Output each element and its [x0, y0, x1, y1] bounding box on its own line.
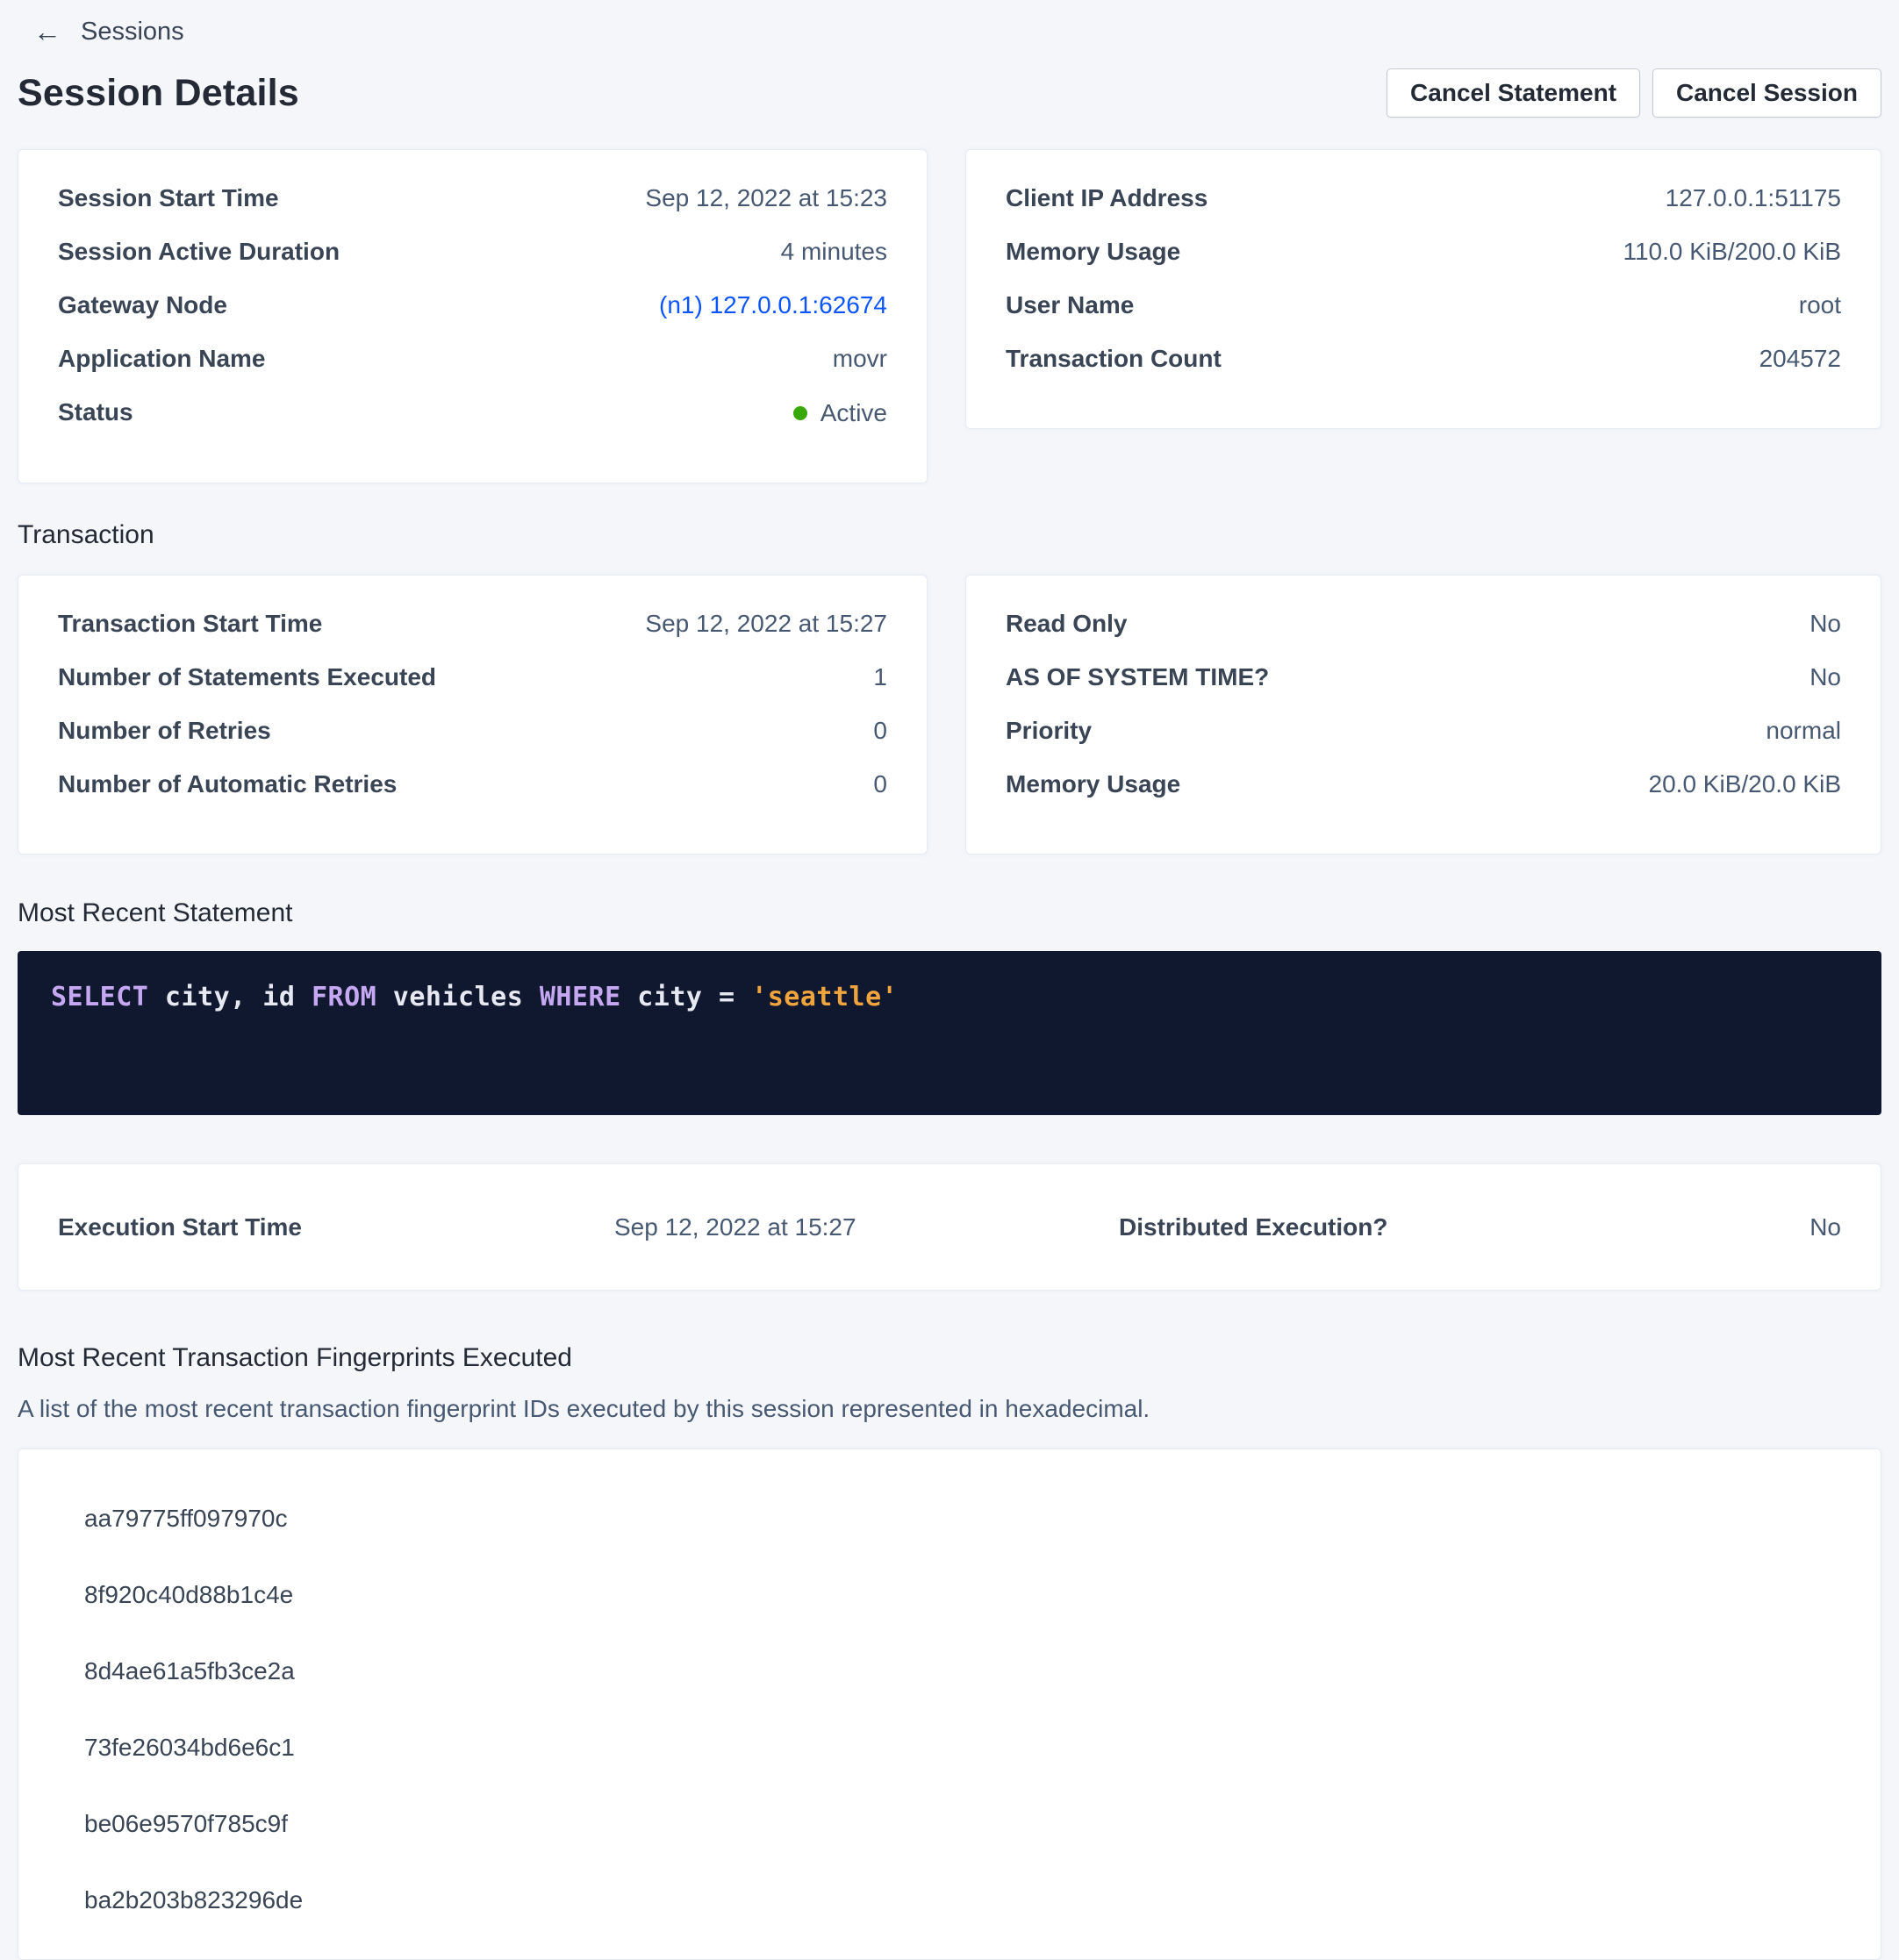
execution-start-time-value: Sep 12, 2022 at 15:27: [614, 1213, 1119, 1241]
txn-statements-value: 1: [873, 662, 887, 692]
transaction-summary-row: Transaction Start Time Sep 12, 2022 at 1…: [18, 575, 1881, 855]
fingerprint-item: aa79775ff097970c: [84, 1504, 1841, 1534]
execution-summary-card: Execution Start Time Sep 12, 2022 at 15:…: [18, 1163, 1881, 1291]
transaction-count-value: 204572: [1759, 344, 1841, 374]
gateway-node-label: Gateway Node: [58, 290, 227, 320]
distributed-execution-label: Distributed Execution?: [1119, 1213, 1387, 1241]
fingerprint-item: 73fe26034bd6e6c1: [84, 1733, 1841, 1763]
txn-start-time-row: Transaction Start Time Sep 12, 2022 at 1…: [58, 609, 887, 639]
txn-priority-label: Priority: [1006, 716, 1092, 746]
txn-memory-usage-value: 20.0 KiB/20.0 KiB: [1649, 769, 1841, 799]
txn-priority-value: normal: [1766, 716, 1841, 746]
txn-retries-label: Number of Retries: [58, 716, 271, 746]
transaction-section-title: Transaction: [18, 520, 1881, 550]
back-arrow-icon: ←: [33, 18, 61, 46]
session-summary-row: Session Start Time Sep 12, 2022 at 15:23…: [18, 149, 1881, 483]
client-ip-label: Client IP Address: [1006, 183, 1207, 213]
sql-keyword: SELECT: [51, 982, 148, 1012]
txn-statements-label: Number of Statements Executed: [58, 662, 436, 692]
session-start-time-value: Sep 12, 2022 at 15:23: [645, 183, 887, 213]
txn-start-time-value: Sep 12, 2022 at 15:27: [645, 609, 887, 639]
fingerprints-card: aa79775ff097970c 8f920c40d88b1c4e 8d4ae6…: [18, 1449, 1881, 1960]
status-value: Active: [793, 398, 887, 428]
sql-keyword: WHERE: [540, 982, 621, 1012]
application-name-row: Application Name movr: [58, 344, 887, 374]
transaction-count-row: Transaction Count 204572: [1006, 344, 1841, 374]
txn-read-only-label: Read Only: [1006, 609, 1127, 639]
sql-statement-box: SELECT city, id FROM vehicles WHERE city…: [18, 951, 1881, 1115]
gateway-node-row: Gateway Node (n1) 127.0.0.1:62674: [58, 290, 887, 320]
session-active-duration-value: 4 minutes: [781, 237, 887, 267]
cancel-statement-button[interactable]: Cancel Statement: [1387, 68, 1640, 118]
memory-usage-value: 110.0 KiB/200.0 KiB: [1623, 237, 1841, 267]
status-label: Status: [58, 397, 133, 427]
sql-keyword: FROM: [312, 982, 376, 1012]
txn-retries-row: Number of Retries 0: [58, 716, 887, 746]
session-active-duration-label: Session Active Duration: [58, 237, 340, 267]
status-row: Status Active: [58, 397, 887, 428]
status-active-text: Active: [821, 398, 887, 428]
fingerprints-section-title: Most Recent Transaction Fingerprints Exe…: [18, 1343, 1881, 1373]
client-ip-row: Client IP Address 127.0.0.1:51175: [1006, 183, 1841, 213]
sql-string-literal: 'seattle': [751, 982, 898, 1012]
client-ip-value: 127.0.0.1:51175: [1666, 183, 1841, 213]
header-actions: Cancel Statement Cancel Session: [1387, 68, 1881, 118]
breadcrumb-label: Sessions: [81, 18, 184, 46]
txn-auto-retries-value: 0: [873, 769, 887, 799]
sql-text: city, id: [148, 982, 312, 1012]
fingerprint-item: ba2b203b823296de: [84, 1885, 1841, 1915]
txn-retries-value: 0: [873, 716, 887, 746]
session-start-time-label: Session Start Time: [58, 183, 279, 213]
sql-text: vehicles: [376, 982, 540, 1012]
session-details-page: ← Sessions Session Details Cancel Statem…: [0, 0, 1899, 1960]
session-summary-card-right: Client IP Address 127.0.0.1:51175 Memory…: [965, 149, 1881, 429]
fingerprints-description: A list of the most recent transaction fi…: [18, 1394, 1881, 1424]
sql-text: city =: [621, 982, 752, 1012]
gateway-node-link[interactable]: (n1) 127.0.0.1:62674: [659, 290, 887, 320]
application-name-value: movr: [833, 344, 887, 374]
session-summary-card-left: Session Start Time Sep 12, 2022 at 15:23…: [18, 149, 928, 483]
txn-read-only-row: Read Only No: [1006, 609, 1841, 639]
transaction-card-left: Transaction Start Time Sep 12, 2022 at 1…: [18, 575, 928, 855]
breadcrumb-back-sessions[interactable]: ← Sessions: [33, 16, 184, 47]
txn-memory-usage-label: Memory Usage: [1006, 769, 1180, 799]
page-header: Session Details Cancel Statement Cancel …: [18, 67, 1881, 119]
fingerprint-item: 8d4ae61a5fb3ce2a: [84, 1656, 1841, 1686]
application-name-label: Application Name: [58, 344, 265, 374]
fingerprint-item: 8f920c40d88b1c4e: [84, 1580, 1841, 1610]
distributed-execution-value: No: [1387, 1213, 1841, 1241]
memory-usage-label: Memory Usage: [1006, 237, 1180, 267]
transaction-card-right: Read Only No AS OF SYSTEM TIME? No Prior…: [965, 575, 1881, 855]
txn-auto-retries-label: Number of Automatic Retries: [58, 769, 397, 799]
transaction-count-label: Transaction Count: [1006, 344, 1222, 374]
memory-usage-row: Memory Usage 110.0 KiB/200.0 KiB: [1006, 237, 1841, 267]
status-active-dot-icon: [793, 406, 807, 420]
txn-start-time-label: Transaction Start Time: [58, 609, 322, 639]
page-title: Session Details: [18, 72, 299, 115]
session-start-time-row: Session Start Time Sep 12, 2022 at 15:23: [58, 183, 887, 213]
execution-start-time-label: Execution Start Time: [58, 1213, 614, 1241]
statement-section-title: Most Recent Statement: [18, 898, 1881, 928]
txn-aost-row: AS OF SYSTEM TIME? No: [1006, 662, 1841, 692]
user-name-row: User Name root: [1006, 290, 1841, 320]
txn-read-only-value: No: [1809, 609, 1841, 639]
txn-aost-label: AS OF SYSTEM TIME?: [1006, 662, 1269, 692]
txn-auto-retries-row: Number of Automatic Retries 0: [58, 769, 887, 799]
txn-statements-row: Number of Statements Executed 1: [58, 662, 887, 692]
txn-memory-usage-row: Memory Usage 20.0 KiB/20.0 KiB: [1006, 769, 1841, 799]
user-name-value: root: [1799, 290, 1841, 320]
cancel-session-button[interactable]: Cancel Session: [1652, 68, 1881, 118]
txn-aost-value: No: [1809, 662, 1841, 692]
txn-priority-row: Priority normal: [1006, 716, 1841, 746]
session-active-duration-row: Session Active Duration 4 minutes: [58, 237, 887, 267]
user-name-label: User Name: [1006, 290, 1134, 320]
fingerprint-item: be06e9570f785c9f: [84, 1809, 1841, 1839]
